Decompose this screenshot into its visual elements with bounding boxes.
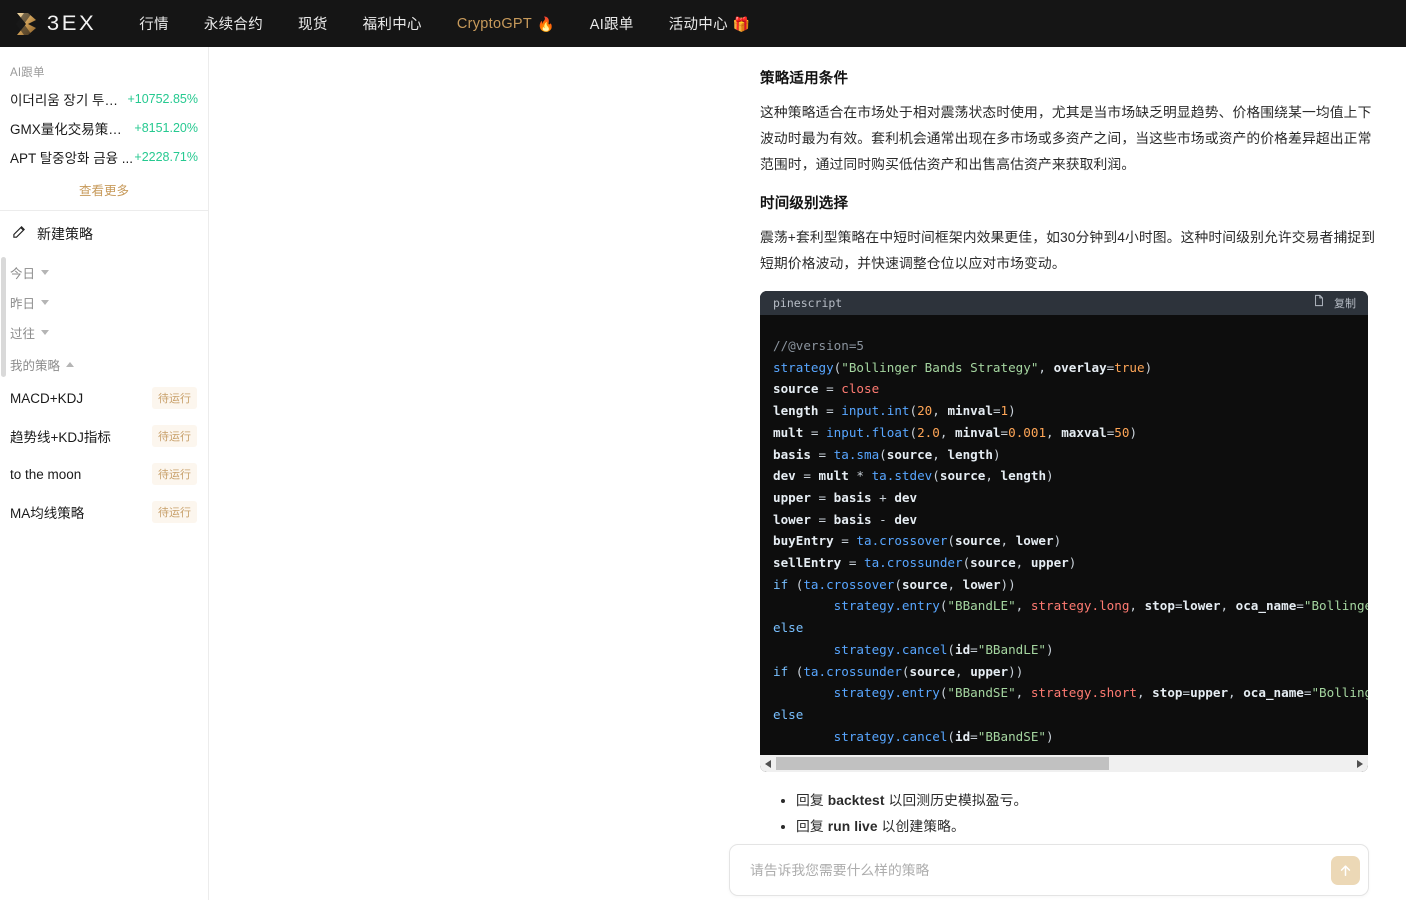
copytrade-name: 이더리움 장기 투자...	[10, 92, 128, 108]
nav-item-label: 现货	[298, 17, 328, 33]
sidebar-group-label: 昨日	[10, 296, 36, 311]
see-more-link[interactable]: 查看更多	[0, 171, 208, 210]
strategy-name: to the moon	[10, 466, 82, 482]
code-language-label: pinescript	[773, 296, 843, 310]
chat-input[interactable]	[748, 861, 1331, 879]
scrollbar-track[interactable]	[776, 757, 1352, 770]
strategy-name: MACD+KDJ	[10, 390, 84, 406]
code-block-header: pinescript 复制	[760, 291, 1368, 315]
strategy-list-item[interactable]: 趋势线+KDJ指标 待运行	[0, 417, 208, 455]
nav-item-perpetual[interactable]: 永续合约	[204, 13, 263, 34]
paragraph-timeframe: 震荡+套利型策略在中短时间框架内效果更佳，如30分钟到4小时图。这种时间级别允许…	[760, 230, 1376, 271]
nav-item-label: 活动中心	[668, 17, 728, 33]
status-badge: 待运行	[152, 425, 197, 447]
code-content: //@version=5 strategy("Bollinger Bands S…	[773, 338, 1368, 744]
section-heading-timeframe: 时间级别选择	[760, 196, 849, 212]
nav-item-label: CryptoGPT	[456, 15, 533, 32]
status-badge: 待运行	[152, 387, 197, 409]
section-heading-applicable-conditions: 策略适用条件	[760, 71, 849, 87]
copytrade-return: +10752.85%	[127, 91, 198, 106]
code-block-body[interactable]: //@version=5 strategy("Bollinger Bands S…	[760, 315, 1368, 755]
logo-text: 3EX	[46, 11, 97, 35]
strategy-list-item[interactable]: MACD+KDJ 待运行	[0, 379, 208, 417]
sidebar-group-past[interactable]: 过往	[0, 317, 208, 347]
copytrade-item[interactable]: GMX量化交易策略 1.3 +8151.20%	[0, 113, 208, 142]
copytrade-name: GMX量化交易策略 1.3	[10, 121, 135, 137]
scrollbar-thumb[interactable]	[776, 757, 1109, 770]
nav-item-cryptogpt[interactable]: CryptoGPT 🔥	[457, 16, 555, 32]
status-badge: 待运行	[152, 501, 197, 523]
sidebar-group-label: 今日	[10, 266, 36, 281]
sidebar-group-my-strategies[interactable]: 我的策略	[0, 349, 208, 379]
paragraph-applicable-conditions: 这种策略适合在市场处于相对震荡状态时使用，尤其是当市场缺乏明显趋势、价格围绕某一…	[760, 105, 1372, 172]
list-item: 回复 backtest 以回测历史模拟盈亏。	[796, 789, 1380, 813]
nav-item-spot[interactable]: 现货	[298, 13, 328, 34]
copytrade-item[interactable]: APT 탈중앙화 금융 ... +2228.71%	[0, 142, 208, 171]
nav-item-events[interactable]: 活动中心 🎁	[669, 13, 751, 34]
scroll-left-arrow-icon[interactable]	[760, 755, 776, 772]
nav-item-label: 福利中心	[362, 17, 422, 33]
strategy-name: 趋势线+KDJ指标	[10, 430, 111, 445]
copytrade-item[interactable]: 이더리움 장기 투자... +10752.85%	[0, 84, 208, 113]
new-strategy-button[interactable]: 新建策略	[0, 211, 208, 257]
chevron-up-icon	[66, 361, 75, 367]
copytrade-return: +8151.20%	[134, 120, 198, 135]
copytrade-return: +2228.71%	[134, 149, 198, 164]
logo-mark-icon	[14, 11, 42, 37]
nav-item-label: 行情	[139, 17, 169, 33]
code-block: pinescript 复制 //@version=5 strategy("Bol…	[760, 291, 1368, 772]
nav-item-ai-copytrade[interactable]: AI跟单	[590, 13, 634, 34]
code-block-actions: 复制	[1313, 294, 1356, 312]
chat-composer[interactable]	[729, 844, 1369, 896]
send-button[interactable]	[1331, 855, 1360, 885]
edit-pencil-icon	[12, 224, 27, 244]
chevron-down-icon	[41, 299, 50, 305]
strategy-name: MA均线策略	[10, 506, 85, 521]
chat-message-column: 策略适用条件 这种策略适合在市场处于相对震荡状态时使用，尤其是当市场缺乏明显趋势…	[760, 47, 1380, 867]
nav-item-market[interactable]: 行情	[139, 13, 169, 34]
chevron-down-icon	[41, 329, 50, 335]
brand-logo[interactable]: 3EX	[14, 9, 95, 39]
strategy-list-item[interactable]: to the moon 待运行	[0, 455, 208, 493]
scroll-right-arrow-icon[interactable]	[1352, 755, 1368, 772]
new-strategy-label: 新建策略	[37, 226, 93, 242]
sidebar-group-yesterday[interactable]: 昨日	[0, 287, 208, 317]
nav-item-label: 永续合约	[203, 17, 264, 33]
sidebar-scrollbar[interactable]	[1, 257, 6, 377]
top-navigation-bar: 3EX 行情 永续合约 现货 福利中心 CryptoGPT 🔥 AI跟单 活动中…	[0, 0, 1406, 47]
nav-item-label: AI跟单	[589, 17, 634, 33]
gift-icon: 🎁	[732, 15, 751, 32]
sidebar-group-label: 我的策略	[10, 358, 61, 373]
status-badge: 待运行	[152, 463, 197, 485]
chevron-down-icon	[41, 269, 50, 275]
strategy-list-item[interactable]: MA均线策略 待运行	[0, 493, 208, 531]
document-copy-icon[interactable]	[1313, 294, 1325, 312]
copy-button[interactable]: 复制	[1334, 295, 1356, 311]
sidebar-section-label-ai-copytrade: AI跟单	[10, 67, 45, 79]
code-horizontal-scrollbar[interactable]	[760, 755, 1368, 772]
nav-item-rewards[interactable]: 福利中心	[363, 13, 422, 34]
nav-item-list: 行情 永续合约 现货 福利中心 CryptoGPT 🔥 AI跟单 活动中心 🎁	[139, 13, 785, 34]
main-content: 策略适用条件 这种策略适合在市场处于相对震荡状态时使用，尤其是当市场缺乏明显趋势…	[209, 47, 1406, 900]
list-item: 回复 run live 以创建策略。	[796, 815, 1380, 839]
sidebar: AI跟单 이더리움 장기 투자... +10752.85% GMX量化交易策略 …	[0, 47, 209, 900]
sidebar-group-today[interactable]: 今日	[0, 257, 208, 287]
fire-icon: 🔥	[537, 15, 555, 32]
sidebar-group-label: 过往	[10, 326, 36, 341]
copytrade-name: APT 탈중앙화 금융 ...	[10, 150, 134, 166]
